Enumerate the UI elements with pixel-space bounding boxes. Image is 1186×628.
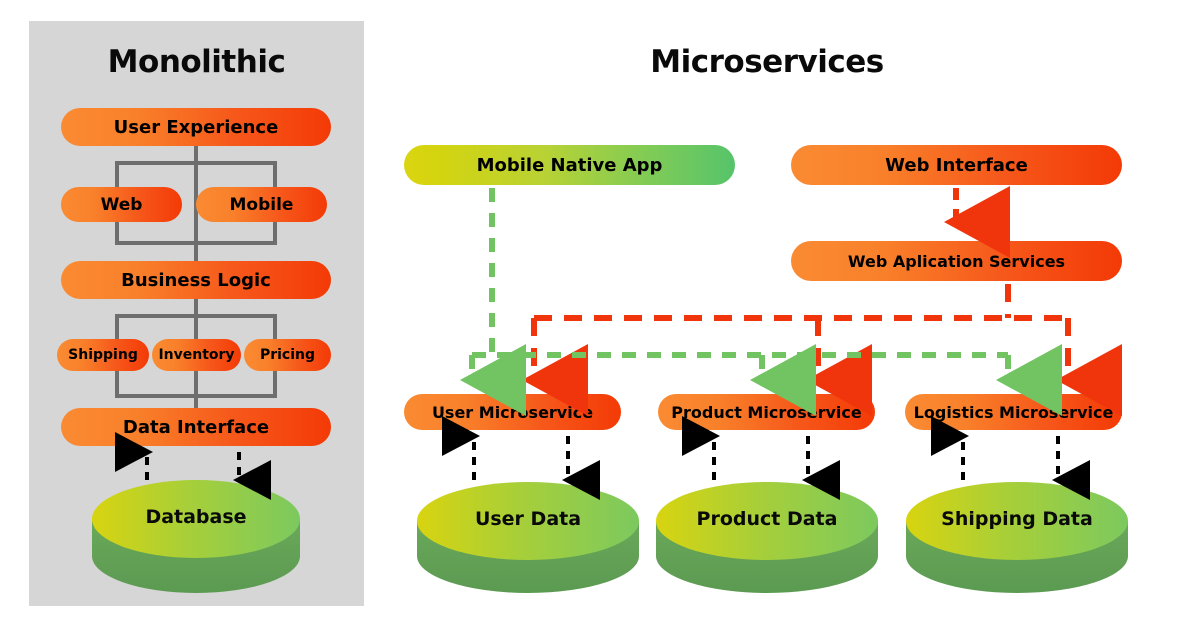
shipping-data-label: Shipping Data — [941, 508, 1093, 530]
monolith-web-box[interactable]: Web — [61, 187, 182, 222]
web-interface-box[interactable]: Web Interface — [791, 145, 1122, 185]
web-application-services-box[interactable]: Web Aplication Services — [791, 241, 1122, 281]
product-data-label: Product Data — [696, 508, 838, 530]
monolith-mobile-box[interactable]: Mobile — [196, 187, 327, 222]
shipping-data-cylinder — [906, 482, 1128, 593]
monolith-business-logic-box[interactable]: Business Logic — [61, 261, 331, 299]
database-label: Database — [145, 506, 247, 528]
microservices-title: Microservices — [650, 44, 884, 80]
user-microservice-box[interactable]: User Microservice — [404, 394, 621, 430]
monolith-inventory-box[interactable]: Inventory — [152, 339, 241, 371]
logistics-microservice-box[interactable]: Logistics Microservice — [905, 394, 1122, 430]
user-data-cylinder — [417, 482, 639, 593]
product-data-cylinder — [656, 482, 878, 593]
monolith-data-interface-box[interactable]: Data Interface — [61, 408, 331, 446]
monolith-shipping-box[interactable]: Shipping — [57, 339, 149, 371]
mobile-native-app-box[interactable]: Mobile Native App — [404, 145, 735, 185]
monolith-pricing-box[interactable]: Pricing — [244, 339, 331, 371]
diagram-canvas: Monolithic User Experience Web Mobile Bu… — [0, 0, 1186, 628]
user-data-label: User Data — [474, 508, 582, 530]
monolith-user-experience-box[interactable]: User Experience — [61, 108, 331, 146]
product-microservice-box[interactable]: Product Microservice — [658, 394, 875, 430]
monolithic-title: Monolithic — [107, 44, 286, 80]
